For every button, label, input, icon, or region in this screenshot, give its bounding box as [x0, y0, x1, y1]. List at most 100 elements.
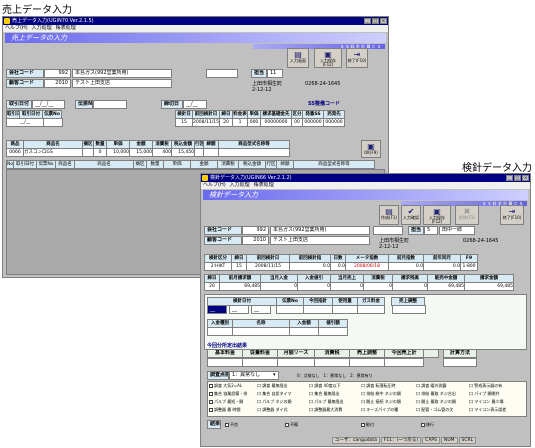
close-day-value: 15	[231, 262, 247, 271]
menu-help[interactable]: ヘルプ(H)	[5, 25, 28, 31]
item-model[interactable]	[218, 148, 290, 157]
survey-note: 0：点検なし 1：異常なし 2：異常有り	[297, 373, 373, 378]
toolbar-save-button[interactable]: ▣ 入力保存(F12)	[423, 205, 451, 225]
meter-date-month-field[interactable]: __	[229, 305, 249, 314]
minimize-button[interactable]: _	[506, 175, 513, 181]
toolbar-input-screen-button[interactable]: ▤ 入力画面	[287, 48, 309, 68]
company-code-field[interactable]: 992	[242, 226, 269, 235]
customer-code-label: 顧客コード	[6, 79, 44, 88]
result-option[interactable]: 勧付	[361, 422, 374, 427]
check-item[interactable]: 口 開止 最取 ネジの類	[416, 399, 456, 404]
check-item[interactable]: 口 調査 暖外測露	[416, 383, 447, 388]
check-item[interactable]: 口 調査 40度以下	[309, 383, 341, 388]
toolbar-confirm-button[interactable]: ✔ 入力確認	[401, 205, 421, 225]
ok-button[interactable]: ▣ OK(F9)	[361, 140, 381, 158]
misc-field[interactable]	[373, 226, 403, 235]
staff-code-field[interactable]: 5	[424, 226, 438, 235]
check-item[interactable]: 口 集合 自設タイマ	[257, 391, 292, 396]
company-code-label: 会社コード	[204, 226, 242, 235]
staff-code-field[interactable]: 11	[267, 69, 283, 78]
ok-label: OK(F9)	[364, 150, 378, 155]
check-item[interactable]: 集合 協業設備・排	[209, 391, 247, 396]
check-item[interactable]: 口 調整器最大消費	[309, 407, 342, 412]
menu-input[interactable]: 入力処理	[32, 25, 52, 31]
result-option[interactable]: 不良	[225, 422, 238, 427]
customer-code-field[interactable]: 2010	[242, 236, 269, 245]
close-button[interactable]: ×	[522, 175, 529, 181]
menu-report[interactable]: 帳表処理	[56, 25, 76, 31]
customer-code-field[interactable]: 2010	[44, 79, 71, 88]
check-item[interactable]: 口 パルプ 最無限出	[309, 399, 344, 404]
company-code-field[interactable]: 992	[44, 69, 71, 78]
check-item[interactable]: 口 配管・ゴム管の欠	[416, 407, 453, 412]
check-item[interactable]: 口 排給 最取 ネジ台出	[416, 391, 456, 396]
item-amount[interactable]: 15,000	[129, 148, 153, 157]
toolbar-exit-button[interactable]: ⇥ 終了(F10)	[346, 48, 368, 68]
item-tax-incl[interactable]: 15,450	[171, 148, 195, 157]
slip-no-field[interactable]	[93, 100, 127, 109]
check-item[interactable]: 口 マイコン 最少場	[469, 399, 504, 404]
check-item[interactable]: 口 開止 接続 ネジの類	[361, 399, 401, 404]
sub-slip-value[interactable]	[43, 118, 63, 127]
check-item[interactable]: 口 調査 最無限出	[257, 383, 288, 388]
status-scrl: SCRL	[458, 437, 477, 444]
current-reading-field[interactable]	[303, 305, 333, 314]
result-option[interactable]: 移行	[421, 422, 434, 427]
calc-method-value[interactable]	[443, 358, 477, 367]
meter-window-title: 検針データ入力(UGIN66 Ver.2.1.2)	[210, 175, 292, 181]
status-hint: F11：(一つ戻る)	[380, 437, 422, 444]
meter-date-year-field[interactable]: __	[207, 305, 227, 314]
adjust-field[interactable]	[392, 305, 426, 314]
toolbar-save-button[interactable]: ▣ 入力保存(F12)	[314, 48, 342, 68]
check-item[interactable]: 口 排給 総中 ネジの類	[361, 391, 401, 396]
minimize-button[interactable]: _	[364, 18, 371, 24]
maximize-button[interactable]: □	[372, 18, 379, 24]
survey-select[interactable]: 1：異常なし	[229, 371, 279, 380]
close-date-field[interactable]: __/__	[183, 100, 207, 109]
check-item[interactable]: 口 パルプ ネジの類	[257, 399, 292, 404]
input-screen-label: 入力画面	[290, 58, 306, 63]
payment-discount-field[interactable]	[318, 327, 348, 336]
toolbar-create-button[interactable]: ▤ 作成(F1)	[379, 205, 399, 225]
meter-type-value[interactable]: 2:HIKT	[204, 262, 232, 271]
save-label: 入力保存(F12)	[429, 215, 445, 225]
misc-field[interactable]	[206, 69, 238, 78]
check-item[interactable]: 口 パイプ 開閉弁	[469, 391, 500, 396]
toolbar-delete-button[interactable]: ✖ 削除(F3)	[455, 205, 479, 225]
check-item[interactable]: 調査 大気2=AL	[209, 383, 242, 388]
item-close[interactable]	[203, 148, 219, 157]
check-item[interactable]: 口 調査 転落転圧時	[361, 383, 396, 388]
check-item[interactable]: 口 マイコン表示誤差	[469, 407, 506, 412]
days-value: 0.0	[330, 262, 346, 271]
meter-date-day-field[interactable]: __	[251, 305, 271, 314]
prev-meter-value: 2008/11/15	[192, 118, 220, 127]
payment-amount-field[interactable]	[289, 327, 319, 336]
check-item[interactable]: 口 集合 最無限出	[309, 391, 340, 396]
menu-input[interactable]: 入力処理	[230, 182, 250, 188]
check-item[interactable]: 口 調整器 ダイ式	[257, 407, 288, 412]
sales-window-title: 売上データ入力(UGIN70 Ver.2.1.5)	[12, 18, 94, 24]
slip-no-field[interactable]	[276, 305, 304, 314]
item-qty[interactable]: 0	[93, 148, 107, 157]
item-name[interactable]: ガスコンロGS	[23, 148, 83, 157]
item-tax[interactable]: 400	[152, 148, 172, 157]
toolbar-exit-button[interactable]: ⇥ 終了(F10)	[500, 205, 524, 225]
trade-date-field[interactable]: __/__/__	[32, 100, 65, 109]
result-option[interactable]: 不備	[285, 422, 298, 427]
meter-reading-value[interactable]: 2008/06/18	[345, 262, 389, 271]
maximize-button[interactable]: □	[514, 175, 521, 181]
check-item[interactable]: 調整器 最 時間	[209, 407, 241, 412]
survey-label: 調査点検	[207, 371, 229, 380]
menu-report[interactable]: 帳表処理	[254, 182, 274, 188]
payment-type-field[interactable]	[207, 327, 233, 336]
check-item[interactable]: 口 警戒表示器の有	[469, 383, 502, 388]
check-item[interactable]: 口 キーズパイプの種	[361, 407, 398, 412]
sales-amount-value: 69,485	[427, 282, 465, 291]
menu-help[interactable]: ヘルプ(H)	[203, 182, 226, 188]
item-price[interactable]: 10,000	[106, 148, 130, 157]
sub-date-value[interactable]: __/__	[6, 118, 44, 127]
check-item[interactable]: パルプ 最短・開	[209, 399, 243, 404]
chevron-down-icon[interactable]: ▾	[273, 372, 276, 378]
item-code[interactable]: 0066	[6, 148, 24, 157]
close-button[interactable]: ×	[380, 18, 387, 24]
